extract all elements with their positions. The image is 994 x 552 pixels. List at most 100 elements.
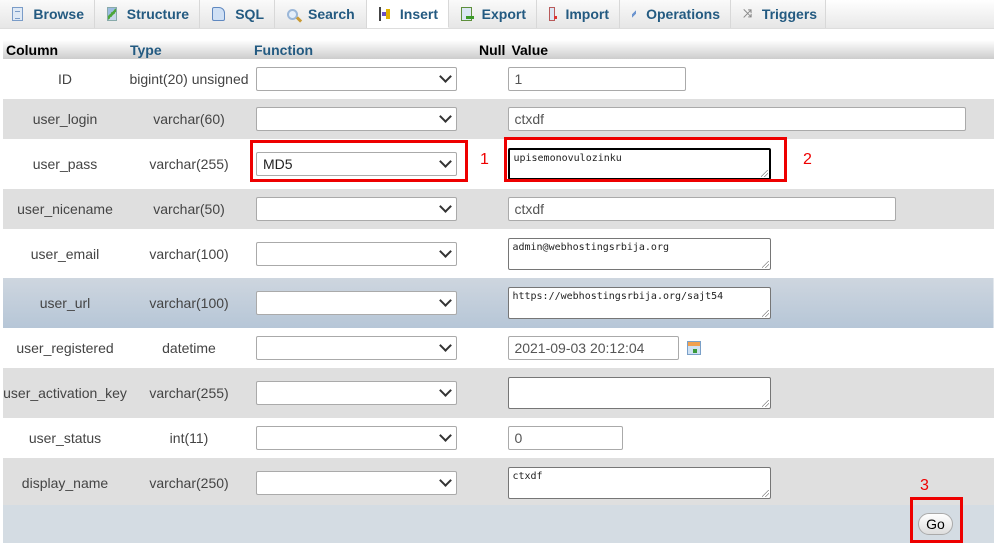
function-select[interactable] [256, 426, 457, 450]
sql-icon [212, 7, 226, 21]
annotation-box-go [910, 497, 963, 543]
column-type: datetime [162, 340, 216, 356]
column-name: user_email [30, 245, 100, 262]
header-type[interactable]: Type [127, 40, 251, 59]
search-icon [287, 8, 298, 20]
column-type: varchar(250) [149, 474, 229, 491]
table-row: user_nicename varchar(50) ctxdf [3, 189, 994, 229]
annotation-label-2: 2 [803, 151, 812, 168]
tab-label: Search [308, 6, 355, 22]
tab-structure[interactable]: Structure [95, 0, 200, 28]
function-select[interactable] [256, 291, 457, 315]
chevron-down-icon [439, 294, 452, 307]
operations-icon [632, 7, 637, 21]
tab-label: Insert [399, 5, 438, 22]
tab-search[interactable]: Search [275, 0, 367, 28]
chevron-down-icon [439, 200, 452, 213]
header-function[interactable]: Function [251, 40, 476, 59]
value-input[interactable]: 1 [508, 67, 687, 91]
tab-label: Export [481, 6, 526, 22]
insert-form-table: Column Type Function Null Value ID bigin… [3, 40, 994, 507]
function-select[interactable] [256, 470, 457, 495]
tab-label: Browse [33, 6, 84, 22]
tab-operations[interactable]: Operations [620, 0, 731, 28]
table-row: ID bigint(20) unsigned 1 [3, 59, 994, 99]
table-row: user_activation_key varchar(255) [3, 368, 994, 418]
chevron-down-icon [439, 70, 452, 83]
function-select[interactable] [256, 197, 457, 221]
table-row: display_name varchar(250) ctxdf [3, 458, 994, 507]
form-footer [3, 505, 994, 543]
datetime-input[interactable]: 2021-09-03 20:12:04 [508, 336, 680, 360]
tab-label: SQL [235, 6, 264, 22]
value-textarea[interactable]: ctxdf [508, 466, 772, 499]
value-textarea[interactable]: https://webhostingsrbija.org/sajt54 [508, 287, 772, 319]
import-icon [549, 7, 559, 21]
value-textarea[interactable]: admin@webhostingsrbija.org [508, 237, 772, 270]
column-type: varchar(100) [149, 245, 229, 262]
column-name: user_login [32, 111, 98, 127]
function-select[interactable] [256, 67, 457, 91]
annotation-box-value [504, 137, 787, 182]
column-name: user_pass [32, 156, 98, 172]
value-input[interactable]: ctxdf [508, 107, 967, 131]
column-type: bigint(20) unsigned [129, 71, 249, 87]
function-select[interactable] [256, 107, 457, 131]
tab-browse[interactable]: Browse [0, 0, 95, 28]
header-value: Value [508, 40, 994, 59]
annotation-label-3: 3 [920, 477, 929, 494]
header-row: Column Type Function Null Value [3, 40, 994, 59]
column-name: user_url [39, 295, 91, 311]
header-column[interactable]: Column [3, 40, 127, 59]
chevron-down-icon [439, 429, 452, 442]
header-null: Null [476, 40, 509, 59]
annotation-label-1: 1 [480, 151, 489, 168]
column-type: varchar(255) [149, 385, 229, 401]
function-select[interactable] [256, 241, 457, 266]
insert-icon [379, 6, 390, 21]
table-row: user_status int(11) 0 [3, 418, 994, 458]
column-type: varchar(50) [153, 201, 225, 217]
chevron-down-icon [439, 473, 452, 487]
column-name: ID [58, 71, 72, 87]
calendar-icon[interactable] [687, 341, 702, 355]
column-name: display_name [21, 474, 109, 491]
tab-sql[interactable]: SQL [200, 0, 275, 28]
function-select[interactable] [256, 381, 457, 405]
column-type: varchar(60) [153, 111, 225, 127]
tab-bar: Browse Structure SQL Search Insert Expor… [0, 0, 994, 29]
column-name: user_registered [16, 340, 114, 356]
structure-icon [107, 7, 117, 21]
value-textarea[interactable] [508, 377, 772, 409]
browse-icon [12, 7, 24, 21]
value-input[interactable]: ctxdf [508, 197, 897, 221]
export-icon [461, 7, 474, 21]
table-row: user_url varchar(100) https://webhosting… [3, 278, 994, 328]
tab-label: Import [565, 6, 609, 22]
triggers-icon: ⤨ [743, 8, 752, 20]
column-name: user_nicename [17, 201, 113, 217]
chevron-down-icon [439, 384, 452, 397]
tab-import[interactable]: Import [537, 0, 620, 28]
column-type: int(11) [169, 430, 209, 446]
chevron-down-icon [439, 339, 452, 352]
tab-label: Triggers [761, 6, 818, 22]
tab-triggers[interactable]: ⤨ Triggers [731, 0, 826, 28]
chevron-down-icon [439, 244, 452, 258]
tab-label: Structure [126, 6, 189, 22]
function-select[interactable] [256, 336, 457, 360]
value-input[interactable]: 0 [508, 426, 624, 450]
table-row: user_pass varchar(255) MD5 upisemonovulo… [3, 139, 994, 189]
column-type: varchar(255) [149, 156, 229, 172]
tab-export[interactable]: Export [449, 0, 537, 28]
table-row: user_registered datetime 2021-09-03 20:1… [3, 328, 994, 368]
tab-insert[interactable]: Insert [367, 0, 449, 28]
table-row: user_email varchar(100) admin@webhosting… [3, 229, 994, 278]
annotation-box-function [250, 140, 468, 182]
column-type: varchar(100) [149, 295, 229, 311]
column-name: user_status [28, 430, 102, 446]
chevron-down-icon [439, 110, 452, 123]
table-row: user_login varchar(60) ctxdf [3, 99, 994, 139]
tab-label: Operations [646, 6, 720, 22]
column-name: user_activation_key [3, 385, 127, 401]
